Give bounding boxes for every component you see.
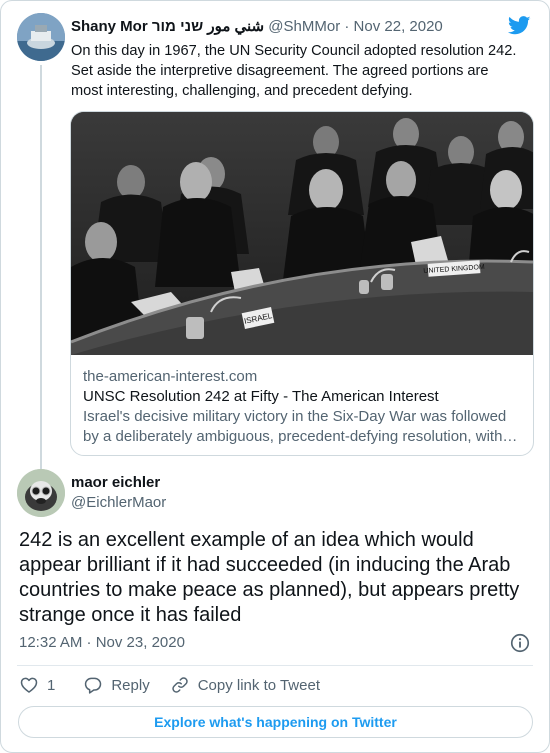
heart-icon	[20, 677, 38, 693]
reply-text-line: countries to make peace as planned), but…	[19, 579, 520, 601]
link-description: Israel's decisive military victory in th…	[83, 407, 523, 447]
reply-avatar[interactable]	[17, 469, 65, 517]
info-icon[interactable]	[509, 632, 531, 654]
link-preview-image[interactable]: ISRAEL UNITED KINGDOM	[71, 112, 533, 355]
reply-text-line: 242 is an excellent example of an idea w…	[19, 529, 474, 551]
parent-tweet-text: On this day in 1967, the UN Security Cou…	[71, 41, 537, 101]
reply-text-line: strange once it has failed	[19, 604, 242, 626]
reply-button[interactable]: Reply	[83, 675, 150, 695]
parent-author-handle[interactable]: @ShMMor	[268, 18, 340, 35]
link-domain: the-american-interest.com	[83, 368, 258, 385]
reply-author-name[interactable]: maor eichler	[71, 473, 160, 493]
header-separator: ·	[344, 18, 350, 35]
parent-text-line: On this day in 1967, the UN Security Cou…	[71, 43, 517, 59]
parent-date[interactable]: Nov 22, 2020	[354, 18, 443, 35]
divider	[17, 665, 533, 666]
parent-header: Shany Mor شني مور שני מור @ShMMor · Nov …	[71, 17, 533, 37]
copy-link-button[interactable]: Copy link to Tweet	[170, 675, 320, 695]
link-description-line: by a deliberately ambiguous, precedent-d…	[83, 428, 518, 445]
parent-text-line: Set aside the interpretive disagreement.…	[71, 63, 489, 79]
like-button[interactable]: 1	[19, 675, 55, 695]
twitter-bird-icon[interactable]	[508, 16, 531, 35]
reply-icon	[85, 677, 102, 694]
reply-timestamp[interactable]: 12:32 AM · Nov 23, 2020	[19, 633, 185, 653]
reply-tweet-text: 242 is an excellent example of an idea w…	[19, 528, 539, 628]
link-title: UNSC Resolution 242 at Fifty - The Ameri…	[83, 388, 439, 405]
link-description-line: Israel's decisive military victory in th…	[83, 408, 507, 425]
parent-author-name[interactable]: Shany Mor شني مور שני מור	[71, 18, 264, 35]
copy-link-label: Copy link to Tweet	[197, 676, 320, 694]
like-count: 1	[47, 676, 56, 694]
reply-author-handle[interactable]: @EichlerMaor	[71, 493, 166, 513]
thread-connector-line	[40, 65, 42, 469]
link-icon	[171, 677, 188, 693]
explore-twitter-button[interactable]: Explore what's happening on Twitter	[18, 706, 533, 738]
parent-text-line: most interesting, challenging, and prece…	[71, 83, 413, 99]
action-bar: 1 Reply Copy link to Tweet	[19, 674, 320, 696]
reply-text-line: appear brilliant if it had succeeded (in…	[19, 554, 511, 576]
embedded-tweet-card: Shany Mor شني مور שני מור @ShMMor · Nov …	[0, 0, 550, 753]
reply-label: Reply	[111, 676, 150, 694]
link-preview-meta: the-american-interest.com UNSC Resolutio…	[83, 367, 523, 447]
parent-avatar[interactable]	[17, 13, 65, 61]
link-preview-card[interactable]: ISRAEL UNITED KINGDOM the-american-inter…	[70, 111, 534, 456]
